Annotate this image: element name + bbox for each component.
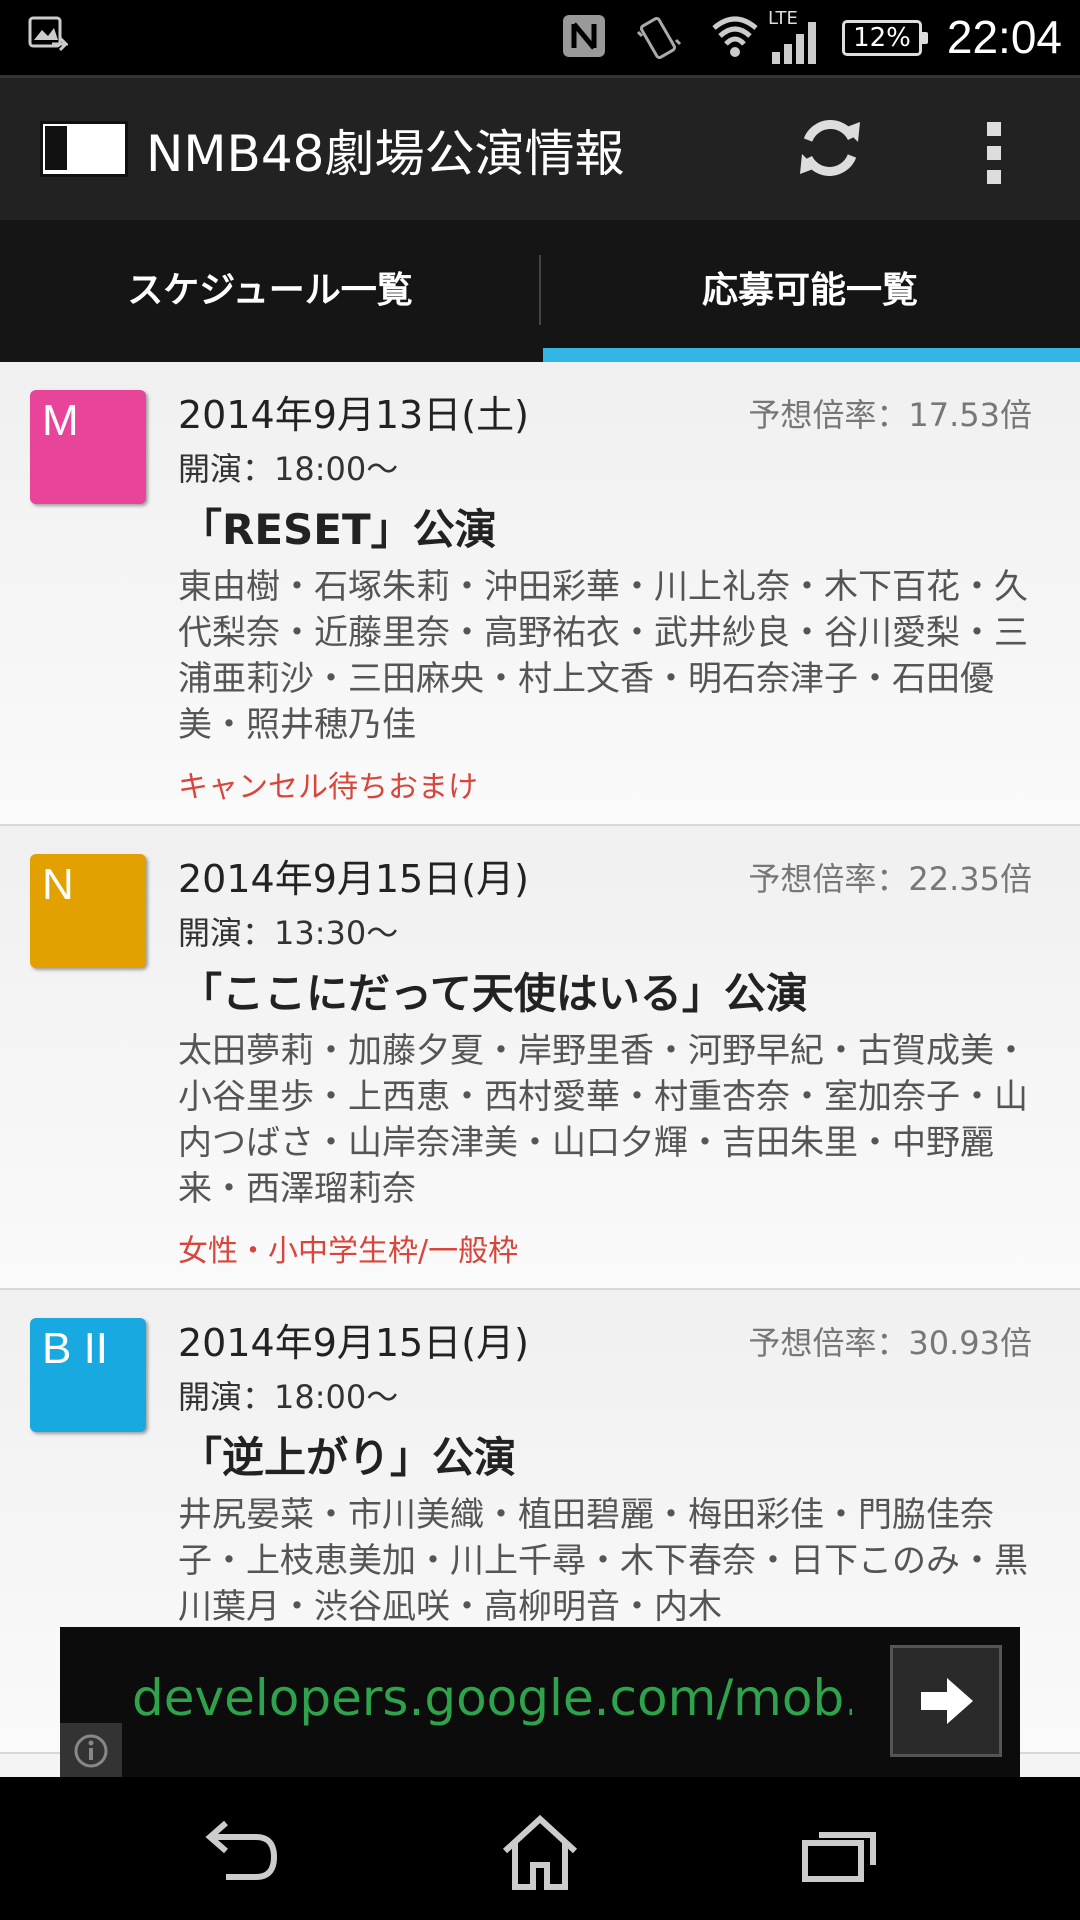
performance-date: 2014年9月15日(月) <box>178 857 529 901</box>
refresh-icon[interactable] <box>790 108 870 188</box>
arrow-right-icon[interactable] <box>890 1645 1002 1757</box>
performance-note: キャンセル待ちおまけ <box>178 770 478 805</box>
clock: 22:04 <box>946 11 1062 63</box>
performance-date: 2014年9月15日(月) <box>178 1321 529 1365</box>
ad-url[interactable]: developers.google.com/mob... <box>132 1669 852 1727</box>
start-time: 開演：13:30～ <box>178 914 399 952</box>
team-badge: M <box>30 390 146 504</box>
start-time: 開演：18:00～ <box>178 1378 399 1416</box>
app-logo-icon[interactable] <box>40 121 128 177</box>
member-list: 太田夢莉・加藤夕夏・岸野里香・河野早紀・古賀成美・小谷里歩・上西恵・西村愛華・村… <box>178 1031 1028 1209</box>
recent-apps-icon[interactable] <box>795 1813 885 1893</box>
home-icon[interactable] <box>495 1813 585 1893</box>
wifi-icon <box>710 12 760 64</box>
expected-ratio: 予想倍率：22.35倍 <box>748 860 1032 898</box>
list-item[interactable]: M 2014年9月13日(土) 予想倍率：17.53倍 開演：18:00～ 「R… <box>0 362 1080 826</box>
member-list: 井尻晏菜・市川美織・植田碧麗・梅田彩佳・門脇佳奈子・上枝恵美加・川上千尋・木下春… <box>178 1495 1028 1627</box>
battery-icon: 12% <box>842 20 928 56</box>
performance-title: 「逆上がり」公演 <box>180 1433 517 1482</box>
app-title: NMB48劇場公演情報 <box>146 125 625 183</box>
status-bar: LTE 12% 22:04 <box>0 0 1080 75</box>
tab-applicable-list[interactable]: 応募可能一覧 <box>540 220 1080 362</box>
list-item[interactable]: N 2014年9月15日(月) 予想倍率：22.35倍 開演：13:30～ 「こ… <box>0 826 1080 1290</box>
overflow-menu-icon[interactable] <box>975 118 1015 188</box>
screenshot-icon <box>28 14 70 56</box>
ad-info-icon[interactable] <box>60 1723 122 1777</box>
battery-level: 12% <box>853 23 911 53</box>
member-list: 東由樹・石塚朱莉・沖田彩華・川上礼奈・木下百花・久代梨奈・近藤里奈・高野祐衣・武… <box>178 567 1028 745</box>
ad-banner[interactable]: developers.google.com/mob... <box>60 1627 1020 1777</box>
tab-schedule-list[interactable]: スケジュール一覧 <box>0 220 540 362</box>
performance-note: 女性・小中学生枠/一般枠 <box>178 1234 519 1269</box>
action-bar: NMB48劇場公演情報 <box>0 75 1080 220</box>
nfc-icon <box>560 12 608 64</box>
back-icon[interactable] <box>196 1813 286 1893</box>
performance-title: 「ここにだって天使はいる」公演 <box>180 969 808 1018</box>
performance-title: 「RESET」公演 <box>180 505 497 554</box>
team-badge: N <box>30 854 146 968</box>
performance-date: 2014年9月13日(土) <box>178 393 529 437</box>
expected-ratio: 予想倍率：17.53倍 <box>748 396 1032 434</box>
start-time: 開演：18:00～ <box>178 450 399 488</box>
navigation-bar <box>0 1777 1080 1920</box>
expected-ratio: 予想倍率：30.93倍 <box>748 1324 1032 1362</box>
tab-selected-indicator <box>543 348 1080 362</box>
team-badge: B II <box>30 1318 146 1432</box>
performance-list[interactable]: M 2014年9月13日(土) 予想倍率：17.53倍 開演：18:00～ 「R… <box>0 362 1080 1777</box>
vibrate-icon <box>632 12 684 68</box>
tab-bar: スケジュール一覧 応募可能一覧 <box>0 220 1080 362</box>
